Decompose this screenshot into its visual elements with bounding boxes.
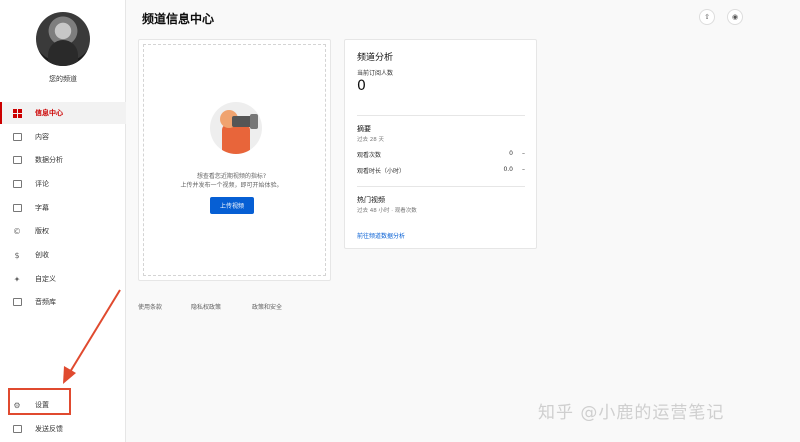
annotation-arrow-icon [63,289,121,384]
watermark: 知乎 @小鹿的运营笔记 [538,403,725,423]
annotation-highlight-box [8,388,71,415]
